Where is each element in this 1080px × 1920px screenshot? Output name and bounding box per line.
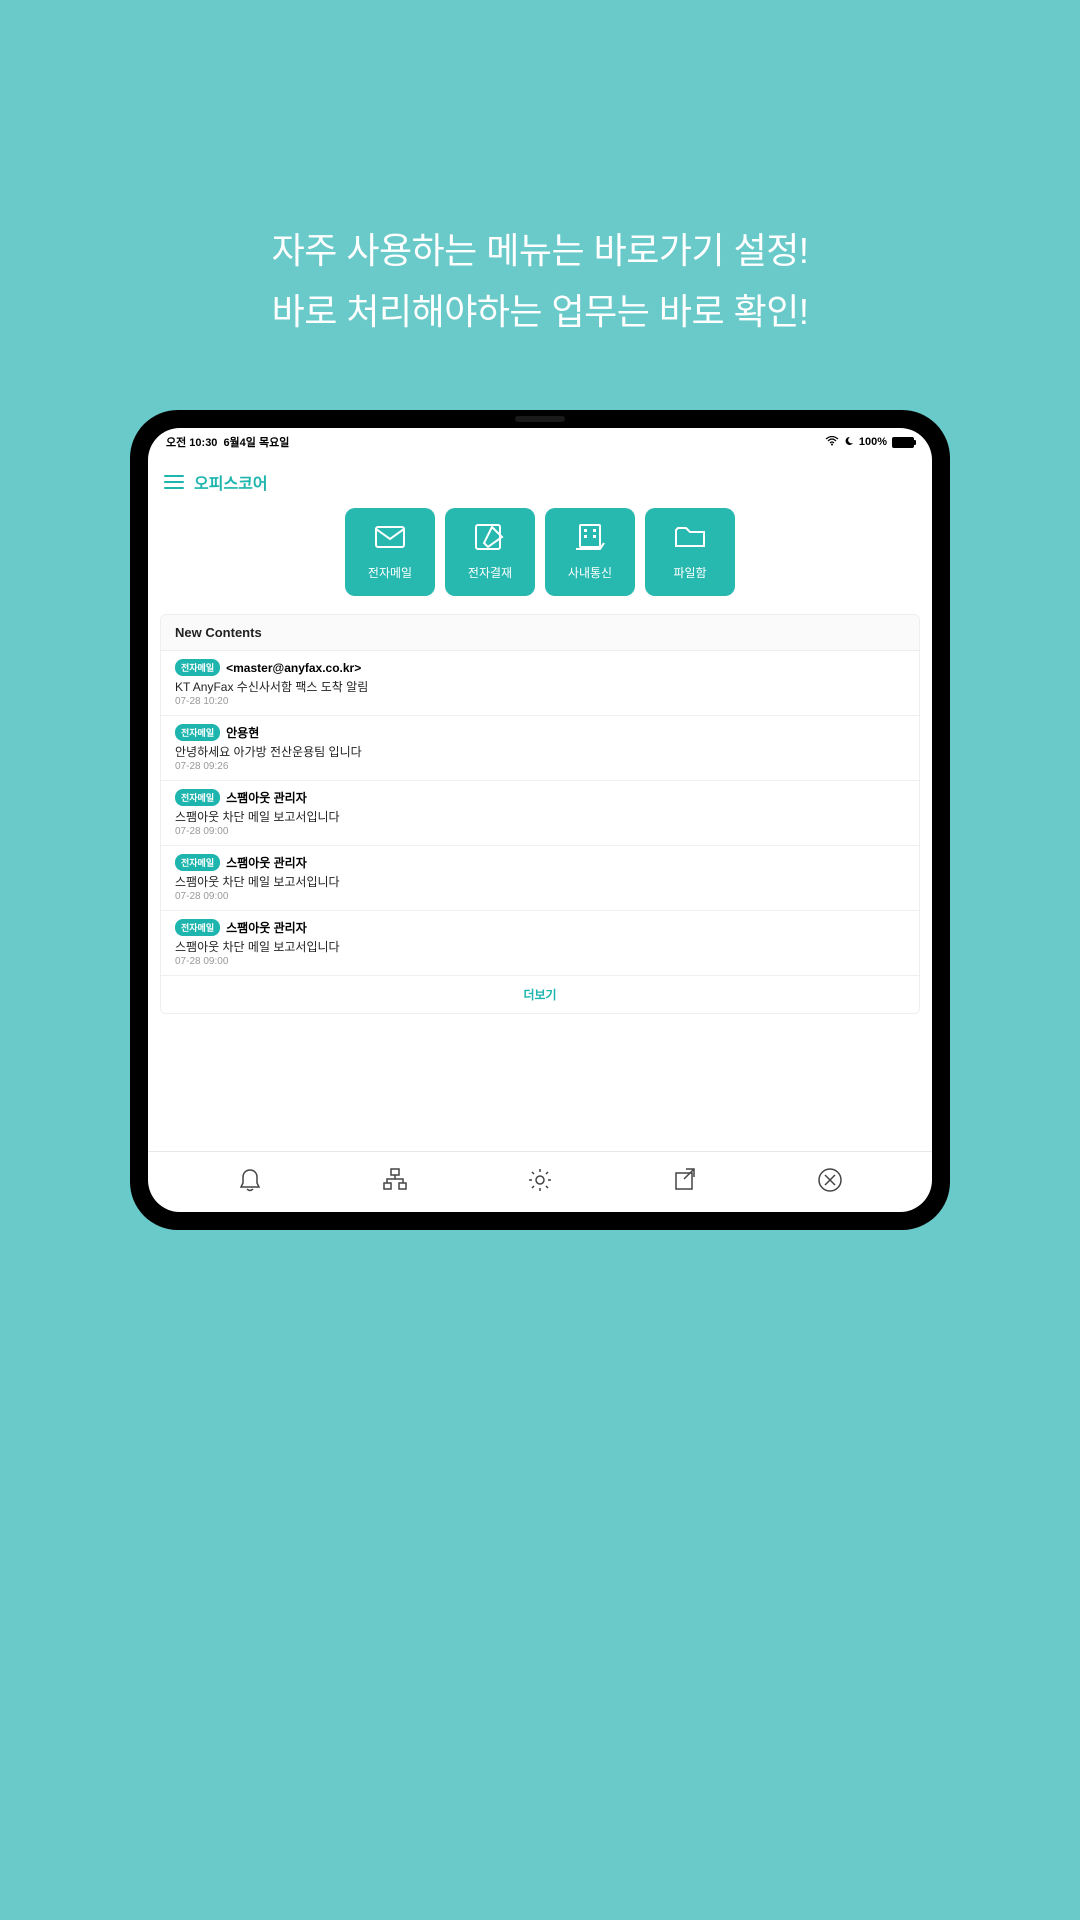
shortcut-files[interactable]: 파일함	[645, 508, 735, 596]
item-time: 07-28 09:00	[175, 891, 905, 902]
category-badge: 전자메일	[175, 919, 220, 936]
shortcut-label: 사내통신	[568, 564, 612, 581]
menu-icon[interactable]	[164, 475, 184, 489]
promo-line-1-prefix: 자주 사용하는 메뉴는	[272, 230, 594, 271]
status-time: 오전 10:30	[166, 434, 217, 450]
app-title: 오피스코어	[194, 470, 268, 494]
promo-line-1-bold: 바로가기 설정!	[594, 230, 809, 271]
promo-line-1: 자주 사용하는 메뉴는 바로가기 설정!	[0, 220, 1080, 281]
promo-line-2-prefix: 바로 처리해야하는 업무는	[272, 291, 659, 332]
item-time: 07-28 09:00	[175, 826, 905, 837]
item-subject: 스팸아웃 차단 메일 보고서입니다	[175, 938, 905, 955]
promo-line-2-bold: 바로 확인!	[659, 291, 808, 332]
nav-notifications[interactable]	[234, 1166, 266, 1198]
nav-settings[interactable]	[524, 1166, 556, 1198]
list-item[interactable]: 전자메일 <master@anyfax.co.kr> KT AnyFax 수신사…	[161, 651, 919, 716]
item-sender: 스팸아웃 관리자	[226, 854, 307, 871]
nav-share[interactable]	[669, 1166, 701, 1198]
item-subject: 스팸아웃 차단 메일 보고서입니다	[175, 808, 905, 825]
shortcut-label: 전자결재	[468, 564, 512, 581]
battery-icon	[892, 437, 914, 448]
shortcut-label: 파일함	[673, 564, 706, 581]
item-subject: 안녕하세요 아가방 전산운용팀 입니다	[175, 743, 905, 760]
status-bar: 오전 10:30 6월4일 목요일 100%	[148, 428, 932, 454]
shortcut-email[interactable]: 전자메일	[345, 508, 435, 596]
list-item[interactable]: 전자메일 안용현 안녕하세요 아가방 전산운용팀 입니다 07-28 09:26	[161, 716, 919, 781]
mail-icon	[374, 523, 406, 556]
item-sender: 스팸아웃 관리자	[226, 789, 307, 806]
category-badge: 전자메일	[175, 854, 220, 871]
edit-icon	[474, 523, 506, 556]
item-sender: 스팸아웃 관리자	[226, 919, 307, 936]
promo-line-2: 바로 처리해야하는 업무는 바로 확인!	[0, 281, 1080, 342]
folder-icon	[674, 523, 706, 556]
more-button[interactable]: 더보기	[161, 976, 919, 1013]
new-contents-header: New Contents	[161, 615, 919, 651]
wifi-icon	[825, 436, 839, 449]
item-subject: 스팸아웃 차단 메일 보고서입니다	[175, 873, 905, 890]
bottom-nav	[148, 1151, 932, 1212]
item-sender: 안용현	[226, 724, 259, 741]
nav-org[interactable]	[379, 1166, 411, 1198]
promo-text: 자주 사용하는 메뉴는 바로가기 설정! 바로 처리해야하는 업무는 바로 확인…	[0, 220, 1080, 342]
bell-icon	[237, 1167, 263, 1198]
moon-icon	[844, 436, 854, 449]
shortcut-approval[interactable]: 전자결재	[445, 508, 535, 596]
tablet-notch	[515, 416, 565, 422]
org-icon	[382, 1167, 408, 1198]
category-badge: 전자메일	[175, 724, 220, 741]
list-item[interactable]: 전자메일 스팸아웃 관리자 스팸아웃 차단 메일 보고서입니다 07-28 09…	[161, 911, 919, 976]
nav-close[interactable]	[814, 1166, 846, 1198]
shortcuts-row: 전자메일 전자결재 사내통신 파일함	[148, 508, 932, 614]
gear-icon	[527, 1167, 553, 1198]
tablet-screen: 오전 10:30 6월4일 목요일 100% 오피스코어 전자메일	[148, 428, 932, 1212]
shortcut-label: 전자메일	[368, 564, 412, 581]
category-badge: 전자메일	[175, 659, 220, 676]
close-icon	[817, 1167, 843, 1198]
status-left: 오전 10:30 6월4일 목요일	[166, 434, 289, 450]
status-right: 100%	[825, 436, 914, 449]
app-header: 오피스코어	[148, 454, 932, 508]
shortcut-internal[interactable]: 사내통신	[545, 508, 635, 596]
tablet-frame: 오전 10:30 6월4일 목요일 100% 오피스코어 전자메일	[130, 410, 950, 1230]
building-icon	[574, 523, 606, 556]
category-badge: 전자메일	[175, 789, 220, 806]
item-time: 07-28 09:00	[175, 956, 905, 967]
item-subject: KT AnyFax 수신사서함 팩스 도착 알림	[175, 678, 905, 695]
item-time: 07-28 09:26	[175, 761, 905, 772]
share-icon	[672, 1167, 698, 1198]
item-time: 07-28 10:20	[175, 696, 905, 707]
list-item[interactable]: 전자메일 스팸아웃 관리자 스팸아웃 차단 메일 보고서입니다 07-28 09…	[161, 846, 919, 911]
battery-label: 100%	[859, 436, 887, 448]
status-date: 6월4일 목요일	[223, 434, 289, 450]
new-contents-card: New Contents 전자메일 <master@anyfax.co.kr> …	[160, 614, 920, 1014]
item-sender: <master@anyfax.co.kr>	[226, 661, 361, 675]
list-item[interactable]: 전자메일 스팸아웃 관리자 스팸아웃 차단 메일 보고서입니다 07-28 09…	[161, 781, 919, 846]
